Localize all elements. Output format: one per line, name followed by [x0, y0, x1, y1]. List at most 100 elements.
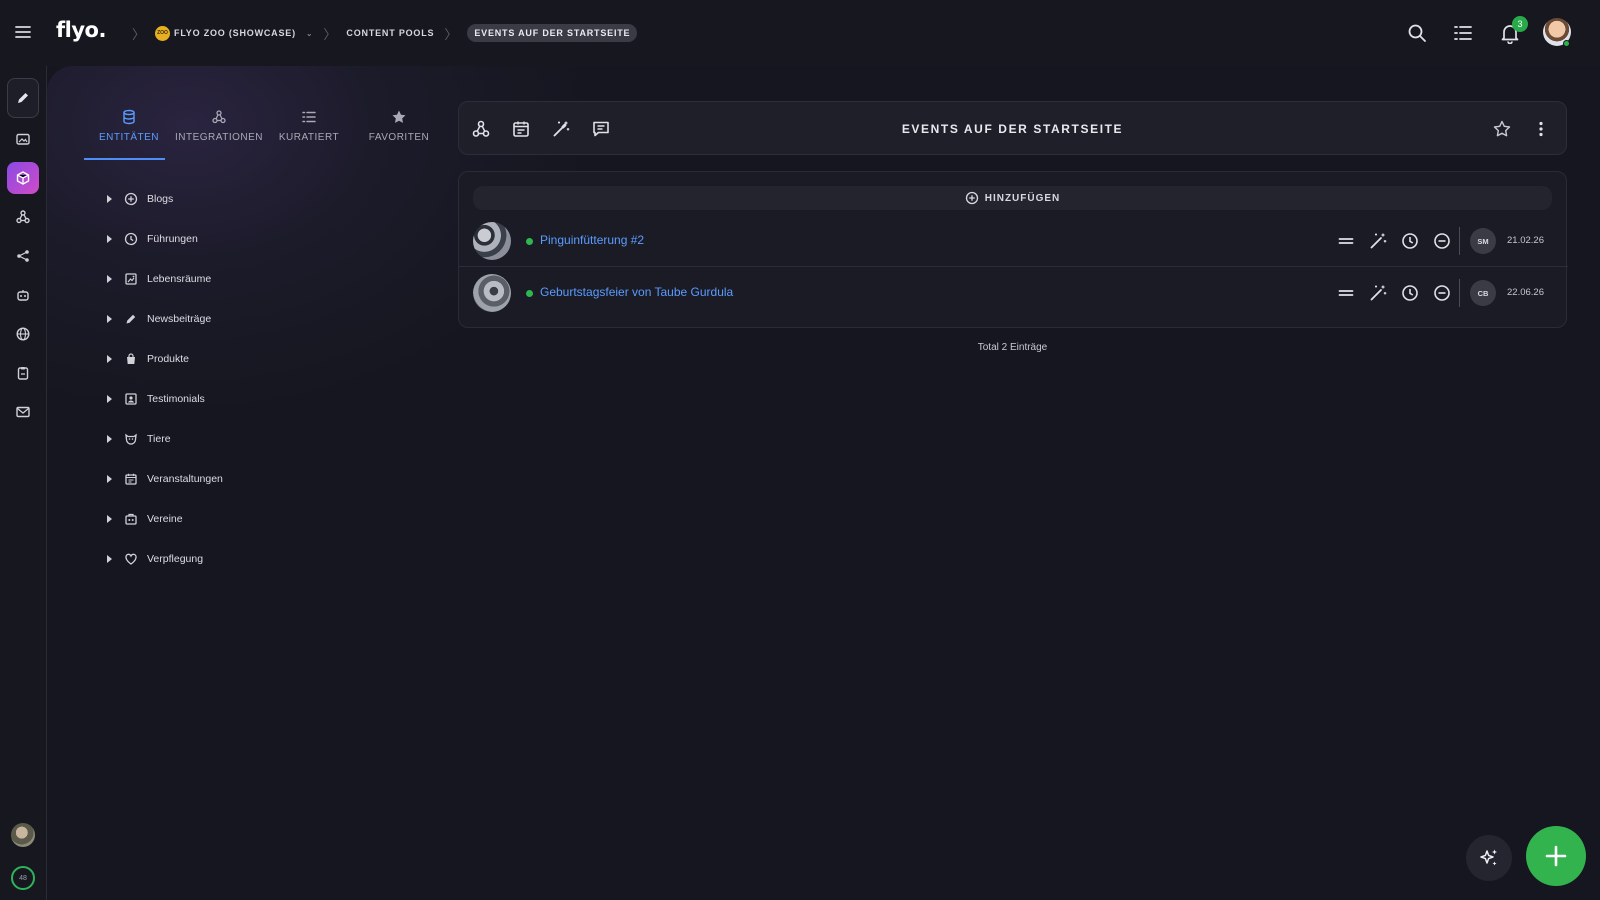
rail-media-folder-icon[interactable]: [7, 123, 39, 155]
tab-entities[interactable]: ENTITÄTEN: [84, 108, 174, 160]
entity-label: Führungen: [147, 233, 198, 245]
breadcrumb: 〉 ZOO FLYO ZOO (SHOWCASE) ⌄ 〉 CONTENT PO…: [122, 21, 638, 45]
entry-title-link[interactable]: Geburtstagsfeier von Taube Gurdula: [540, 285, 733, 299]
entity-tabs: ENTITÄTEN INTEGRATIONEN KURATIERT FAVORI…: [84, 108, 444, 160]
expand-arrow-icon[interactable]: [107, 475, 112, 483]
rail-content-pools-icon[interactable]: [7, 162, 39, 194]
hamburger-menu-icon[interactable]: [14, 23, 32, 41]
drag-handle-icon[interactable]: [1336, 231, 1356, 251]
usage-progress-ring[interactable]: 48: [11, 866, 35, 890]
table-row[interactable]: Pinguinfütterung #2 SM 21.02.26: [459, 216, 1568, 267]
breadcrumb-separator-icon: 〉: [132, 26, 146, 42]
tab-curated[interactable]: KURATIERT: [264, 108, 354, 160]
breadcrumb-current[interactable]: EVENTS AUF DER STARTSEITE: [467, 24, 638, 42]
portrait-icon: [124, 392, 138, 406]
rail-robot-icon[interactable]: [7, 279, 39, 311]
entity-label: Lebensräume: [147, 273, 212, 285]
plus-icon: [1543, 843, 1569, 869]
sparkles-icon: [1478, 847, 1500, 869]
status-published-dot: [526, 238, 533, 245]
entity-item-produkte[interactable]: Produkte: [100, 348, 360, 370]
entity-item-testimonials[interactable]: Testimonials: [100, 388, 360, 410]
entity-item-verpflegung[interactable]: Verpflegung: [100, 548, 360, 570]
entry-title-link[interactable]: Pinguinfütterung #2: [540, 233, 644, 247]
entity-item-fuehrungen[interactable]: Führungen: [100, 228, 360, 250]
remove-circle-icon[interactable]: [1432, 231, 1452, 251]
magic-wand-icon[interactable]: [551, 119, 571, 139]
calendar-icon[interactable]: [511, 119, 531, 139]
expand-arrow-icon[interactable]: [107, 435, 112, 443]
author-avatar[interactable]: SM: [1470, 228, 1496, 254]
remove-circle-icon[interactable]: [1432, 283, 1452, 303]
add-entry-button[interactable]: HINZUFÜGEN: [473, 186, 1552, 210]
webhook-icon[interactable]: [471, 119, 491, 139]
left-rail: [0, 66, 47, 900]
expand-arrow-icon[interactable]: [107, 195, 112, 203]
clock-icon: [124, 232, 138, 246]
breadcrumb-separator-icon: 〉: [444, 26, 458, 42]
expand-arrow-icon[interactable]: [107, 395, 112, 403]
breadcrumb-separator-icon: 〉: [323, 26, 337, 42]
expand-arrow-icon[interactable]: [107, 555, 112, 563]
tab-label: FAVORITEN: [368, 132, 430, 143]
pencil-icon: [124, 312, 138, 326]
rail-globe-icon[interactable]: [7, 318, 39, 350]
top-bar: flyo. 〉 ZOO FLYO ZOO (SHOWCASE) ⌄ 〉 CONT…: [0, 0, 1600, 66]
row-divider: [1459, 227, 1460, 255]
expand-arrow-icon[interactable]: [107, 515, 112, 523]
rail-clipboard-icon[interactable]: [7, 357, 39, 389]
entity-label: Veranstaltungen: [147, 473, 223, 485]
more-vertical-icon[interactable]: [1531, 119, 1551, 139]
rail-mail-icon[interactable]: [7, 396, 39, 428]
star-outline-icon[interactable]: [1492, 119, 1512, 139]
webhook-icon: [211, 108, 227, 126]
entity-item-tiere[interactable]: Tiere: [100, 428, 360, 450]
magic-wand-icon[interactable]: [1368, 231, 1388, 251]
add-circle-icon: [124, 192, 138, 206]
schedule-clock-icon[interactable]: [1400, 231, 1420, 251]
search-icon[interactable]: [1406, 22, 1428, 44]
entry-date: 21.02.26: [1507, 235, 1544, 246]
pet-icon: [124, 432, 138, 446]
entity-item-lebensraeume[interactable]: Lebensräume: [100, 268, 360, 290]
author-avatar[interactable]: CB: [1470, 280, 1496, 306]
entity-item-veranstaltungen[interactable]: Veranstaltungen: [100, 468, 360, 490]
ai-assistant-button[interactable]: [1466, 835, 1512, 881]
entry-thumbnail[interactable]: [473, 274, 511, 312]
list-icon: [301, 108, 317, 126]
checklist-icon[interactable]: [1452, 22, 1474, 44]
row-divider: [1459, 279, 1460, 307]
comment-icon[interactable]: [591, 119, 611, 139]
expand-arrow-icon[interactable]: [107, 355, 112, 363]
expand-arrow-icon[interactable]: [107, 315, 112, 323]
entry-thumbnail[interactable]: [473, 222, 511, 260]
app-logo[interactable]: flyo.: [56, 18, 106, 42]
entity-item-blogs[interactable]: Blogs: [100, 188, 360, 210]
rail-webhook-icon[interactable]: [7, 201, 39, 233]
entity-label: Blogs: [147, 193, 174, 205]
create-new-button[interactable]: [1526, 826, 1586, 886]
tab-integrations[interactable]: INTEGRATIONEN: [174, 108, 264, 160]
active-tab-indicator: [84, 158, 165, 160]
breadcrumb-content-pools[interactable]: CONTENT POOLS: [346, 28, 434, 38]
table-row[interactable]: Geburtstagsfeier von Taube Gurdula CB 22…: [459, 268, 1568, 319]
group-icon: [124, 512, 138, 526]
entity-item-newsbeitraege[interactable]: Newsbeiträge: [100, 308, 360, 330]
notification-count-badge: 3: [1512, 16, 1528, 32]
workspace-avatar[interactable]: [11, 823, 35, 847]
drag-handle-icon[interactable]: [1336, 283, 1356, 303]
expand-arrow-icon[interactable]: [107, 275, 112, 283]
tab-favorites[interactable]: FAVORITEN: [354, 108, 444, 160]
entry-date: 22.06.26: [1507, 287, 1544, 298]
rail-share-icon[interactable]: [7, 240, 39, 272]
chevron-down-icon: ⌄: [305, 28, 314, 38]
workspace-logo-icon: ZOO: [155, 25, 171, 41]
entity-item-vereine[interactable]: Vereine: [100, 508, 360, 530]
star-icon: [391, 108, 407, 126]
rail-edit-button[interactable]: [7, 78, 39, 118]
schedule-clock-icon[interactable]: [1400, 283, 1420, 303]
breadcrumb-workspace[interactable]: ZOO FLYO ZOO (SHOWCASE) ⌄: [155, 25, 314, 41]
expand-arrow-icon[interactable]: [107, 235, 112, 243]
heart-icon: [124, 552, 138, 566]
magic-wand-icon[interactable]: [1368, 283, 1388, 303]
